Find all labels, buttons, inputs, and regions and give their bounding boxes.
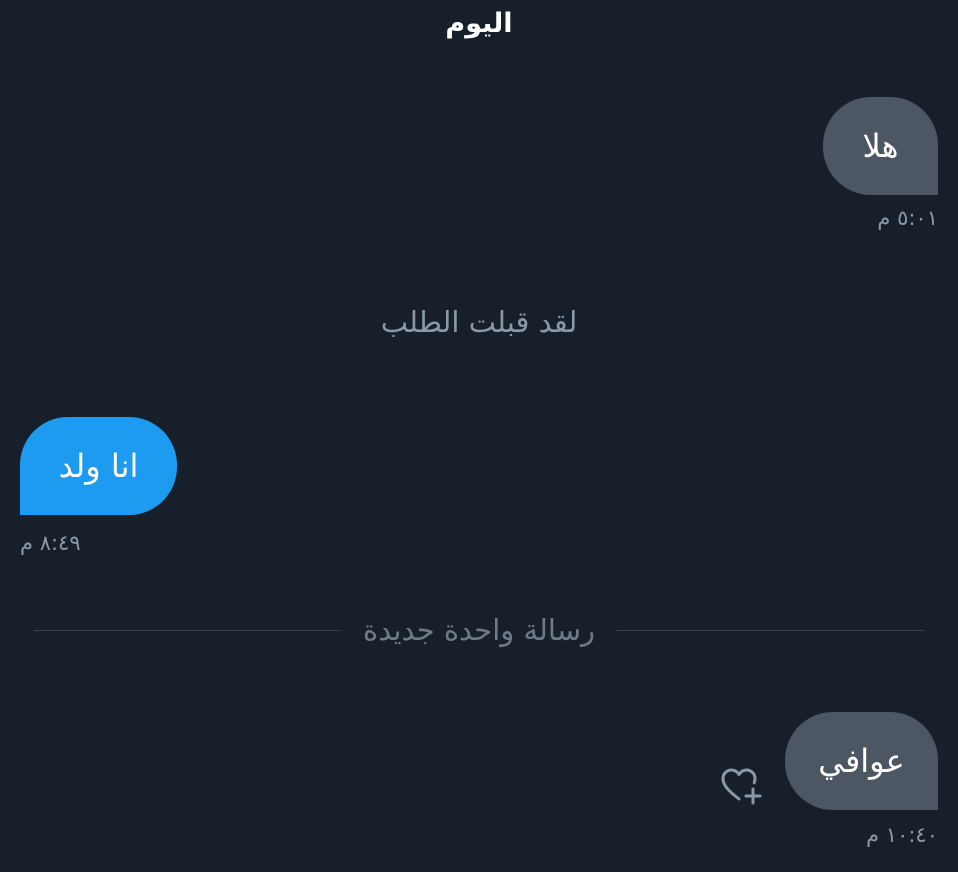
message-timestamp: ١٠:٤٠ م	[866, 823, 938, 847]
day-header: اليوم	[445, 8, 513, 39]
divider-line	[34, 629, 341, 631]
chat-conversation: اليوم هلا ٥:٠١ م لقد قبلت الطلب انا ولد …	[0, 0, 958, 872]
message-timestamp: ٥:٠١ م	[877, 206, 938, 230]
new-messages-divider: رسالة واحدة جديدة	[34, 610, 924, 650]
message-bubble-received[interactable]: انا ولد	[20, 417, 177, 515]
system-message: لقد قبلت الطلب	[380, 305, 578, 339]
message-text: انا ولد	[58, 447, 139, 485]
message-text: هلا	[862, 127, 899, 165]
divider-line	[617, 629, 924, 631]
heart-plus-icon[interactable]	[716, 764, 766, 808]
message-bubble-sent[interactable]: عوافي	[785, 712, 938, 810]
message-bubble-sent[interactable]: هلا	[823, 97, 938, 195]
message-text: عوافي	[818, 742, 905, 780]
message-timestamp: ٨:٤٩ م	[20, 531, 81, 555]
new-messages-label: رسالة واحدة جديدة	[363, 613, 595, 647]
